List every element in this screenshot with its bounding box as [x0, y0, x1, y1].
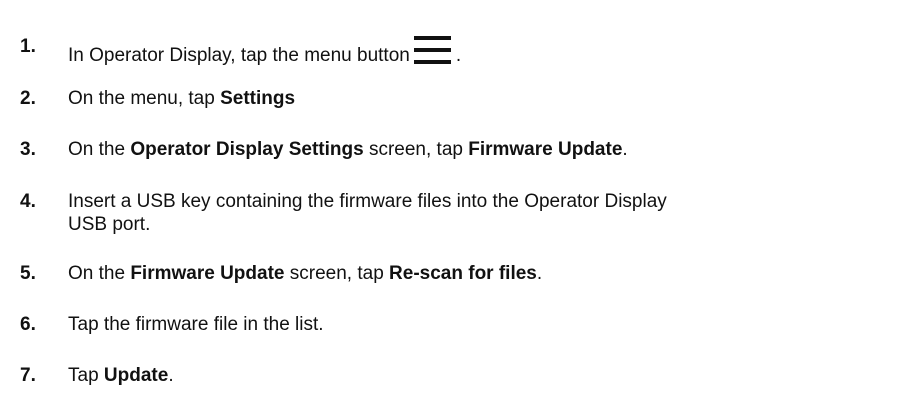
step-text: On the Operator Display Settings screen,… [68, 138, 898, 161]
hamburger-menu-icon [413, 36, 451, 64]
step-text-middle: screen, tap [284, 263, 390, 284]
step-text: On the Firmware Update screen, tap Re-sc… [68, 262, 898, 285]
step-text-after: . [168, 365, 174, 386]
step-text: Insert a USB key containing the firmware… [68, 190, 898, 236]
step-number: 4. [20, 191, 36, 212]
ui-term-re-scan-for-files: Re-scan for files [389, 263, 537, 284]
step-text-before: On the [68, 263, 131, 284]
ui-term-firmware-update: Firmware Update [130, 263, 285, 284]
step-text-line-1: Insert a USB key containing the firmware… [68, 191, 667, 212]
ui-term-update: Update [103, 365, 169, 386]
step-text-after: . [455, 45, 462, 66]
step-text: Tap Update. [68, 364, 898, 387]
step-text-before: Tap [68, 365, 104, 386]
step-number: 6. [20, 314, 36, 335]
step-text-middle: screen, tap [363, 139, 469, 160]
step-number: 3. [20, 139, 36, 160]
ui-term-settings: Settings [220, 88, 296, 109]
step-number: 7. [20, 365, 36, 386]
step-number: 5. [20, 263, 36, 284]
step-text-after: . [536, 263, 543, 284]
step-text-before: On the menu, tap [68, 88, 221, 109]
step-text-after: . [622, 139, 628, 160]
step-text-line-2: USB port. [68, 214, 151, 235]
ui-term-operator-display-settings: Operator Display Settings [130, 139, 364, 160]
step-text-before: In Operator Display, tap the menu button [68, 45, 410, 66]
step-text: Tap the firmware file in the list. [68, 314, 324, 335]
step-text-before: On the [68, 139, 131, 160]
ui-term-firmware-update: Firmware Update [468, 139, 623, 160]
step-text: In Operator Display, tap the menu button… [68, 35, 898, 67]
instruction-list: 1. In Operator Display, tap the menu but… [0, 0, 905, 400]
step-number: 2. [20, 88, 36, 109]
step-text: On the menu, tap Settings [68, 87, 898, 110]
step-number: 1. [20, 36, 36, 57]
